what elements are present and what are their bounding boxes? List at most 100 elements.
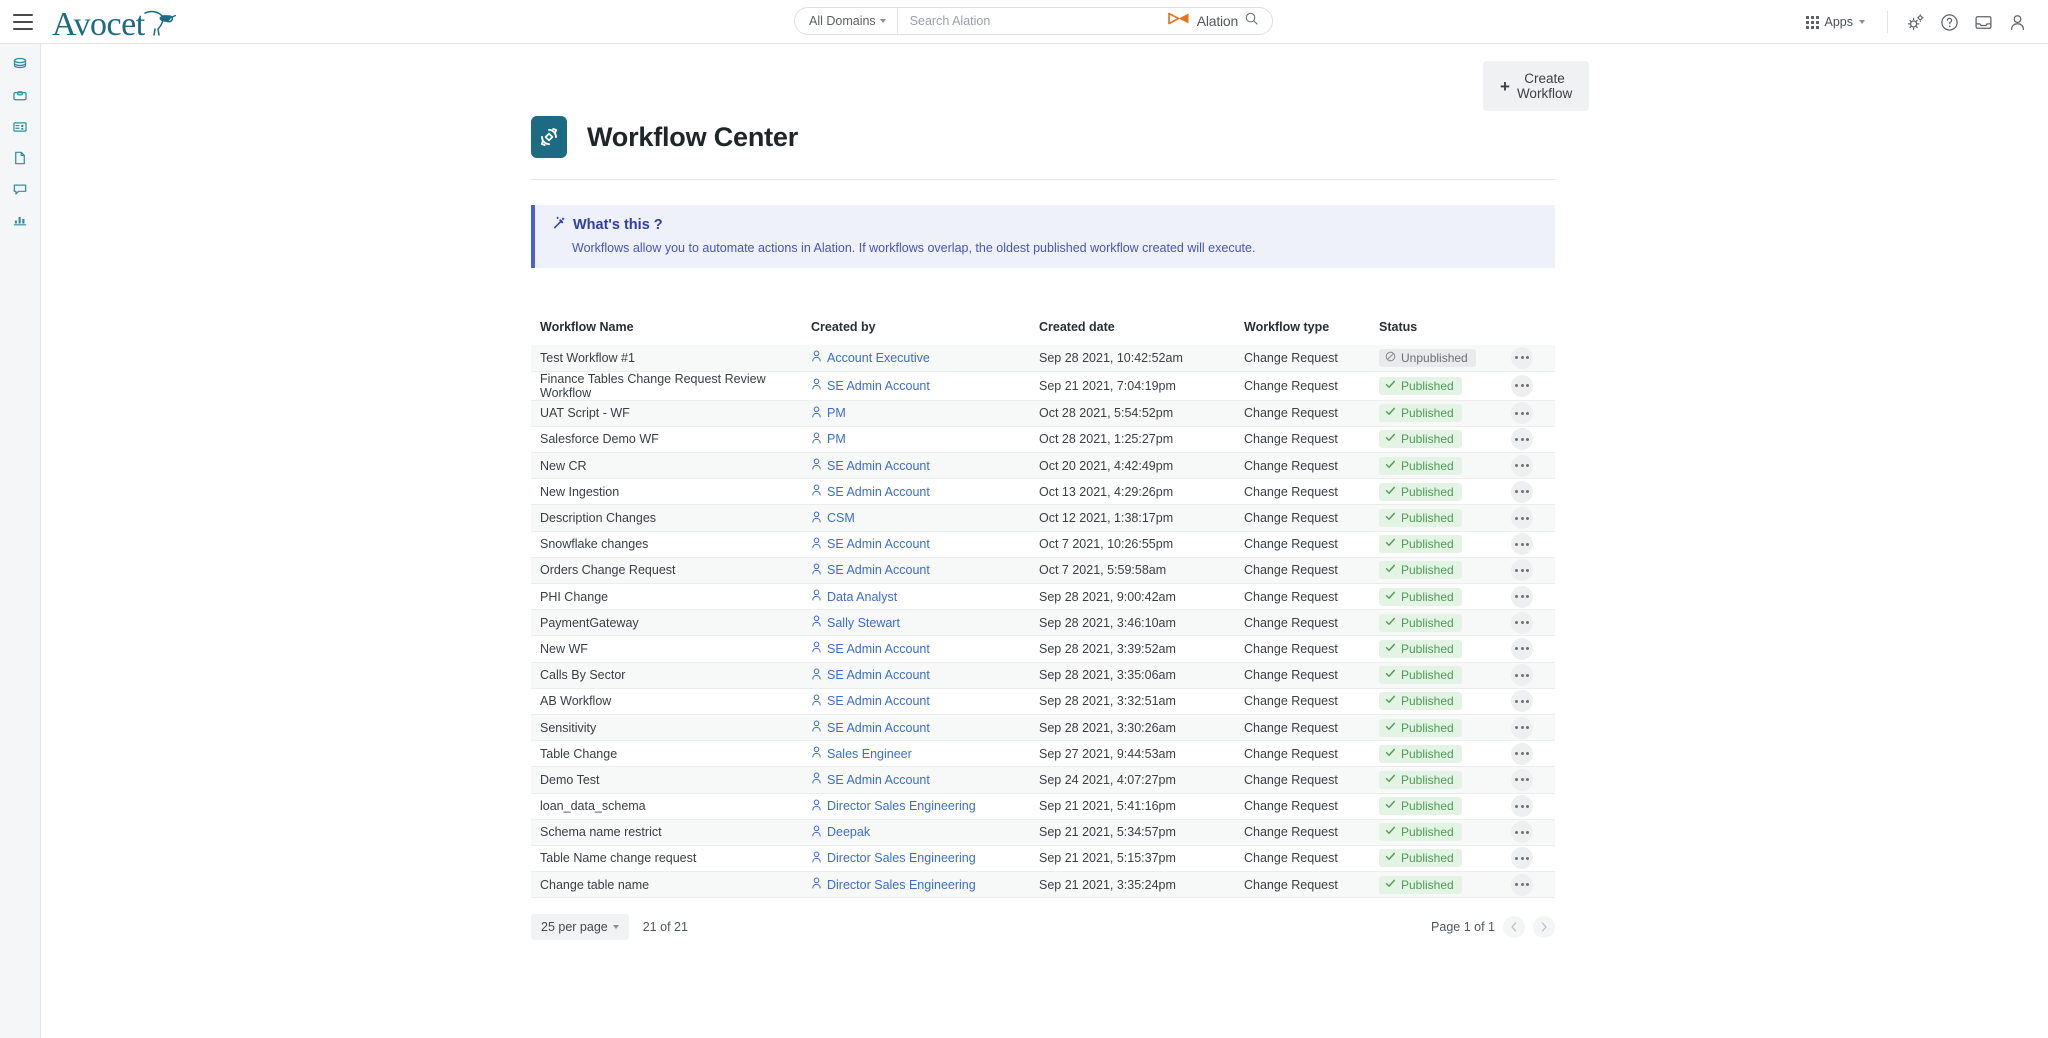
kebab-menu-icon[interactable] (1511, 847, 1533, 870)
cell-workflow-name[interactable]: Test Workflow #1 (531, 345, 811, 371)
column-header-status[interactable]: Status (1379, 320, 1489, 345)
kebab-menu-icon[interactable] (1511, 768, 1533, 791)
column-header-created-date[interactable]: Created date (1039, 320, 1244, 345)
inbox-icon[interactable] (1966, 5, 2000, 39)
table-row[interactable]: Sensitivity SE Admin Account Sep 28 2021, … (531, 714, 1555, 741)
sidebar-item-archive[interactable] (4, 83, 36, 108)
kebab-menu-icon[interactable] (1511, 873, 1533, 896)
table-row[interactable]: Finance Tables Change Request Review Wor… (531, 371, 1555, 401)
search-input[interactable] (897, 8, 1166, 34)
table-row[interactable]: Salesforce Demo WF PM Oct 28 2021, 1:25:27… (531, 426, 1555, 453)
user-link[interactable]: SE Admin Account (811, 641, 930, 656)
column-header-workflow-name[interactable]: Workflow Name (531, 320, 811, 345)
search-icon[interactable] (1245, 12, 1258, 30)
kebab-menu-icon[interactable] (1511, 480, 1533, 503)
kebab-menu-icon[interactable] (1511, 664, 1533, 687)
cell-workflow-name[interactable]: Table Change (531, 741, 811, 767)
cell-workflow-name[interactable]: Finance Tables Change Request Review Wor… (531, 371, 811, 400)
table-row[interactable]: PHI Change Data Analyst Sep 28 2021, 9:00:… (531, 583, 1555, 610)
kebab-menu-icon[interactable] (1511, 795, 1533, 818)
user-link[interactable]: Account Executive (811, 350, 930, 365)
user-link[interactable]: SE Admin Account (811, 484, 930, 499)
table-row[interactable]: New WF SE Admin Account Sep 28 2021, 3:39:… (531, 635, 1555, 663)
create-workflow-button[interactable]: + Create Workflow (1483, 61, 1590, 111)
next-page-button[interactable] (1533, 916, 1555, 938)
cell-workflow-name[interactable]: PHI Change (531, 584, 811, 610)
user-link[interactable]: Director Sales Engineering (811, 877, 976, 892)
column-header-created-by[interactable]: Created by (811, 320, 1039, 345)
table-row[interactable]: AB Workflow SE Admin Account Sep 28 2021, … (531, 688, 1555, 715)
user-link[interactable]: SE Admin Account (811, 668, 930, 683)
table-row[interactable]: Change table name Director Sales Engineer… (531, 871, 1555, 898)
kebab-menu-icon[interactable] (1511, 585, 1533, 608)
user-link[interactable]: Director Sales Engineering (811, 799, 976, 814)
user-link[interactable]: Sally Stewart (811, 615, 900, 630)
kebab-menu-icon[interactable] (1511, 402, 1533, 425)
cell-workflow-name[interactable]: Salesforce Demo WF (531, 426, 811, 452)
user-link[interactable]: SE Admin Account (811, 458, 930, 473)
cell-workflow-name[interactable]: PaymentGateway (531, 610, 811, 636)
sidebar-item-database[interactable] (4, 52, 36, 77)
user-link[interactable]: PM (811, 406, 846, 421)
table-row[interactable]: Demo Test SE Admin Account Sep 24 2021, 4:… (531, 766, 1555, 793)
help-circle-icon[interactable] (1932, 5, 1966, 39)
kebab-menu-icon[interactable] (1511, 454, 1533, 477)
cell-workflow-name[interactable]: UAT Script - WF (531, 400, 811, 426)
table-row[interactable]: New Ingestion SE Admin Account Oct 13 2021… (531, 478, 1555, 505)
user-profile-icon[interactable] (2000, 5, 2034, 39)
kebab-menu-icon[interactable] (1511, 507, 1533, 530)
table-row[interactable]: Description Changes CSM Oct 12 2021, 1:38:… (531, 504, 1555, 532)
user-link[interactable]: CSM (811, 511, 855, 526)
kebab-menu-icon[interactable] (1511, 428, 1533, 451)
cell-workflow-name[interactable]: Sensitivity (531, 714, 811, 740)
kebab-menu-icon[interactable] (1511, 533, 1533, 556)
cell-workflow-name[interactable]: loan_data_schema (531, 793, 811, 819)
kebab-menu-icon[interactable] (1511, 690, 1533, 713)
user-link[interactable]: SE Admin Account (811, 772, 930, 787)
kebab-menu-icon[interactable] (1511, 742, 1533, 765)
kebab-menu-icon[interactable] (1511, 637, 1533, 660)
cell-workflow-name[interactable]: Orders Change Request (531, 557, 811, 583)
kebab-menu-icon[interactable] (1511, 346, 1533, 369)
brand-logo[interactable]: Avocet (52, 2, 176, 42)
cell-workflow-name[interactable]: Schema name restrict (531, 819, 811, 845)
cell-workflow-name[interactable]: Change table name (531, 872, 811, 898)
previous-page-button[interactable] (1503, 916, 1525, 938)
kebab-menu-icon[interactable] (1511, 821, 1533, 844)
table-row[interactable]: Schema name restrict Deepak Sep 21 2021, 5… (531, 819, 1555, 846)
user-link[interactable]: Data Analyst (811, 589, 897, 604)
table-row[interactable]: UAT Script - WF PM Oct 28 2021, 5:54:52pm C… (531, 400, 1555, 427)
table-row[interactable]: Table Name change request Director Sales … (531, 845, 1555, 872)
kebab-menu-icon[interactable] (1511, 559, 1533, 582)
sidebar-item-analytics[interactable] (4, 207, 36, 232)
table-row[interactable]: Calls By Sector SE Admin Account Sep 28 20… (531, 662, 1555, 689)
apps-menu-button[interactable]: Apps (1794, 15, 1878, 29)
kebab-menu-icon[interactable] (1511, 716, 1533, 739)
cell-workflow-name[interactable]: Snowflake changes (531, 531, 811, 557)
sidebar-item-table[interactable] (4, 114, 36, 139)
user-link[interactable]: SE Admin Account (811, 694, 930, 709)
table-row[interactable]: New CR SE Admin Account Oct 20 2021, 4:42:… (531, 452, 1555, 479)
user-link[interactable]: Sales Engineer (811, 746, 912, 761)
alation-search-brand[interactable]: Alation (1166, 8, 1272, 34)
cell-workflow-name[interactable]: Demo Test (531, 767, 811, 793)
user-link[interactable]: SE Admin Account (811, 537, 930, 552)
table-row[interactable]: Orders Change Request SE Admin Account Oct… (531, 557, 1555, 584)
table-row[interactable]: Test Workflow #1 Account Executive Sep 28 … (531, 345, 1555, 372)
cell-workflow-name[interactable]: New Ingestion (531, 479, 811, 505)
cell-workflow-name[interactable]: New WF (531, 636, 811, 662)
kebab-menu-icon[interactable] (1511, 611, 1533, 634)
table-row[interactable]: Snowflake changes SE Admin Account Oct 7 2… (531, 531, 1555, 558)
domain-filter-dropdown[interactable]: All Domains (795, 8, 898, 34)
cell-workflow-name[interactable]: Calls By Sector (531, 662, 811, 688)
user-link[interactable]: Deepak (811, 825, 870, 840)
user-link[interactable]: SE Admin Account (811, 378, 930, 393)
user-link[interactable]: PM (811, 432, 846, 447)
user-link[interactable]: SE Admin Account (811, 563, 930, 578)
table-row[interactable]: Table Change Sales Engineer Sep 27 2021, 9… (531, 740, 1555, 767)
kebab-menu-icon[interactable] (1511, 374, 1533, 397)
cell-workflow-name[interactable]: New CR (531, 453, 811, 479)
user-link[interactable]: SE Admin Account (811, 720, 930, 735)
cell-workflow-name[interactable]: AB Workflow (531, 688, 811, 714)
settings-gears-icon[interactable] (1898, 5, 1932, 39)
